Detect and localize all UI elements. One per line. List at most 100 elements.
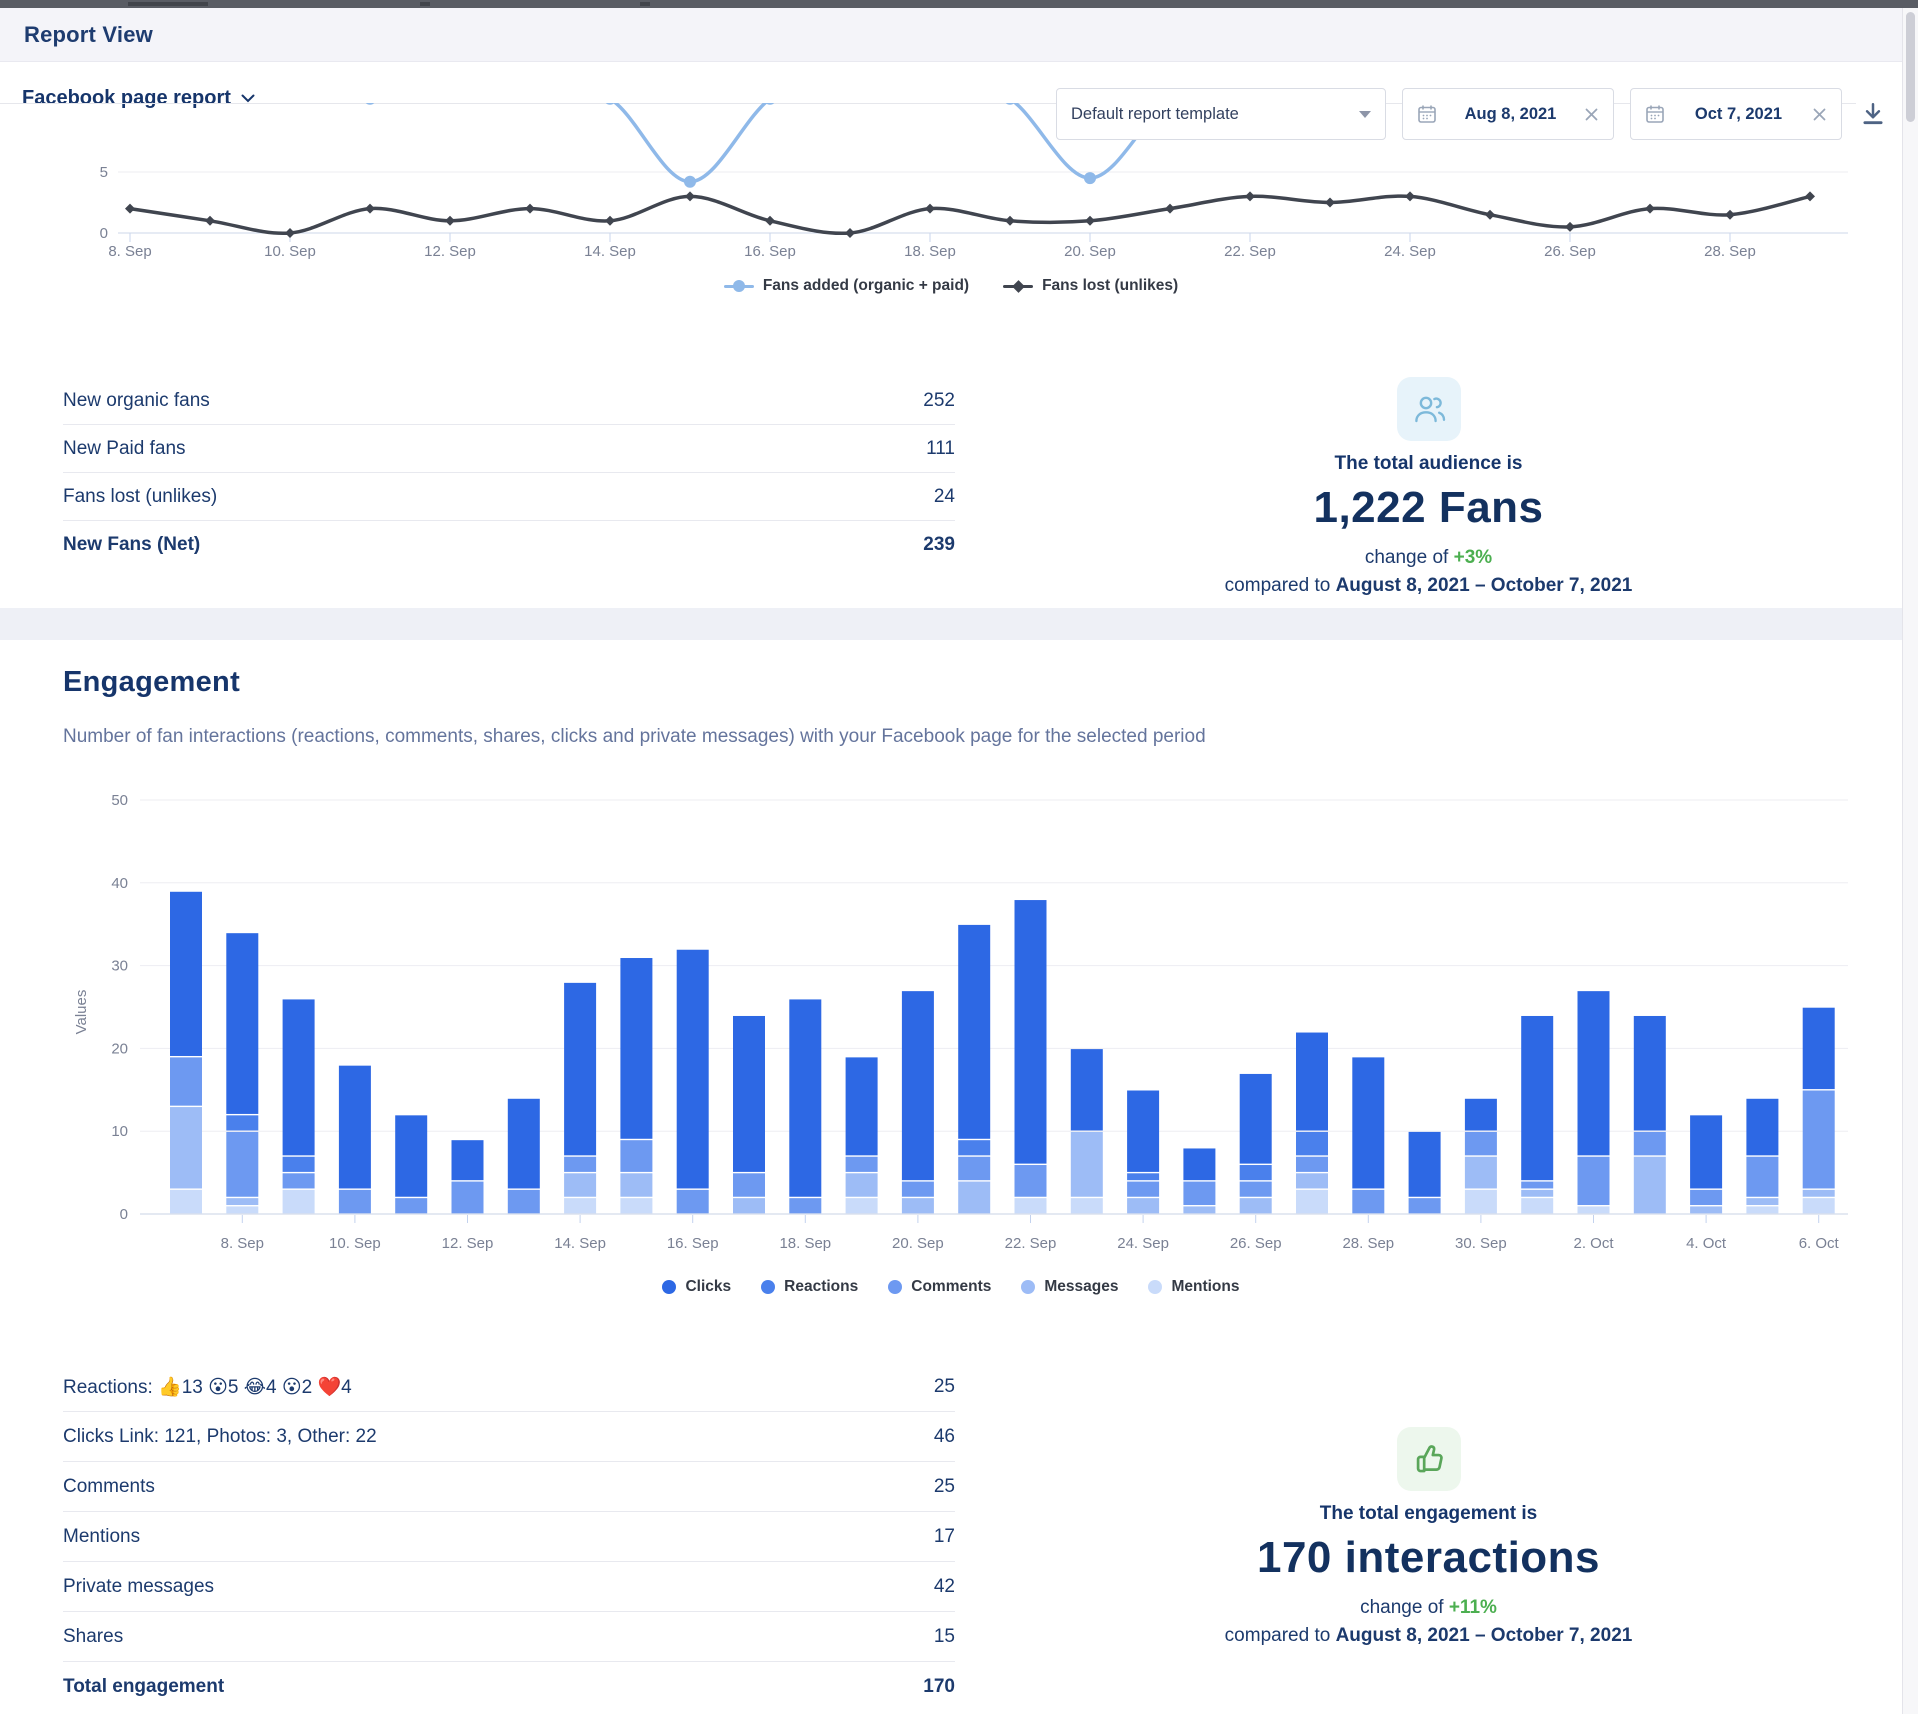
fans-card: Facebook page report Default report temp… bbox=[0, 62, 1902, 608]
clear-date-icon[interactable] bbox=[1584, 107, 1599, 122]
top-edge-artifact bbox=[640, 2, 650, 6]
fans-table: New organic fans 252 New Paid fans 111 Fan… bbox=[63, 377, 955, 597]
legend-messages[interactable]: Messages bbox=[1021, 1278, 1118, 1296]
fans-chart-legend: Fans added (organic + paid) Fans lost (u… bbox=[0, 277, 1902, 295]
page-scrollbar[interactable] bbox=[1902, 8, 1918, 1714]
browser-top-edge bbox=[0, 0, 1918, 8]
top-edge-artifact bbox=[128, 2, 208, 6]
svg-text:22. Sep: 22. Sep bbox=[1005, 1235, 1057, 1252]
compare-range: August 8, 2021 – October 7, 2021 bbox=[1336, 575, 1633, 596]
select-caret-icon bbox=[1359, 111, 1371, 118]
legend-fans-added[interactable]: Fans added (organic + paid) bbox=[724, 277, 969, 295]
svg-text:18. Sep: 18. Sep bbox=[904, 243, 956, 260]
table-row: Shares15 bbox=[63, 1612, 955, 1662]
row-label: Shares bbox=[63, 1626, 123, 1648]
row-label: New organic fans bbox=[63, 390, 210, 412]
legend-mentions[interactable]: Mentions bbox=[1148, 1278, 1239, 1296]
date-from-picker[interactable]: Aug 8, 2021 bbox=[1402, 88, 1614, 140]
row-label: Reactions: 👍13 😮5 😂4 😮2 ❤️4 bbox=[63, 1375, 352, 1399]
svg-text:18. Sep: 18. Sep bbox=[779, 1235, 831, 1252]
svg-text:22. Sep: 22. Sep bbox=[1224, 243, 1276, 260]
change-line: change of +3% bbox=[1365, 547, 1492, 569]
svg-text:0: 0 bbox=[100, 225, 108, 242]
row-label: Clicks Link: 121, Photos: 3, Other: 22 bbox=[63, 1426, 377, 1448]
engagement-table: Reactions: 👍13 😮5 😂4 😮2 ❤️425 Clicks Lin… bbox=[63, 1362, 955, 1712]
engagement-card: Engagement Number of fan interactions (r… bbox=[0, 640, 1902, 1714]
page-title: Report View bbox=[24, 22, 153, 48]
row-label: Comments bbox=[63, 1476, 155, 1498]
line-circle-marker-icon bbox=[724, 285, 754, 288]
compare-range: August 8, 2021 – October 7, 2021 bbox=[1336, 1625, 1633, 1646]
svg-text:4. Oct: 4. Oct bbox=[1686, 1235, 1727, 1252]
date-to-value: Oct 7, 2021 bbox=[1695, 105, 1782, 124]
legend-comments[interactable]: Comments bbox=[888, 1278, 991, 1296]
engagement-heading: Engagement bbox=[63, 666, 240, 699]
table-row: Comments 25 bbox=[63, 1462, 955, 1512]
summary-caption: The total audience is bbox=[1335, 453, 1523, 475]
row-value: 252 bbox=[923, 390, 955, 412]
svg-text:28. Sep: 28. Sep bbox=[1342, 1235, 1394, 1252]
change-line: change of +11% bbox=[1360, 1597, 1497, 1619]
svg-text:8. Sep: 8. Sep bbox=[221, 1235, 264, 1252]
date-to-picker[interactable]: Oct 7, 2021 bbox=[1630, 88, 1842, 140]
table-row: Private messages42 bbox=[63, 1562, 955, 1612]
svg-text:12. Sep: 12. Sep bbox=[442, 1235, 494, 1252]
svg-text:0: 0 bbox=[120, 1206, 128, 1223]
chevron-down-icon bbox=[241, 94, 255, 103]
row-value: 17 bbox=[934, 1526, 955, 1548]
audience-icon bbox=[1397, 377, 1461, 441]
row-label: Fans lost (unlikes) bbox=[63, 486, 217, 508]
template-select[interactable]: Default report template bbox=[1056, 88, 1386, 140]
svg-text:16. Sep: 16. Sep bbox=[667, 1235, 719, 1252]
row-label: New Fans (Net) bbox=[63, 534, 200, 556]
date-from-value: Aug 8, 2021 bbox=[1465, 105, 1557, 124]
thumbs-up-icon bbox=[1412, 1442, 1446, 1476]
svg-text:24. Sep: 24. Sep bbox=[1384, 243, 1436, 260]
row-value: 46 bbox=[934, 1426, 955, 1448]
clear-date-icon[interactable] bbox=[1812, 107, 1827, 122]
svg-text:8. Sep: 8. Sep bbox=[108, 243, 151, 260]
table-row: Fans lost (unlikes) 24 bbox=[63, 473, 955, 521]
svg-text:20: 20 bbox=[111, 1040, 128, 1057]
svg-text:2. Oct: 2. Oct bbox=[1573, 1235, 1614, 1252]
engagement-bar-chart: 01020304050Values8. Sep10. Sep12. Sep14.… bbox=[0, 790, 1902, 1270]
row-value: 239 bbox=[923, 534, 955, 556]
table-row-total: New Fans (Net) 239 bbox=[63, 521, 955, 569]
top-edge-artifact bbox=[420, 2, 430, 6]
svg-text:Values: Values bbox=[73, 990, 90, 1035]
engagement-chart-legend: Clicks Reactions Comments Messages Menti… bbox=[0, 1278, 1902, 1296]
engagement-description: Number of fan interactions (reactions, c… bbox=[63, 726, 1206, 748]
svg-text:14. Sep: 14. Sep bbox=[554, 1235, 606, 1252]
svg-text:50: 50 bbox=[111, 792, 128, 809]
table-row: Clicks Link: 121, Photos: 3, Other: 22 46 bbox=[63, 1412, 955, 1462]
row-label: New Paid fans bbox=[63, 438, 186, 460]
legend-reactions[interactable]: Reactions bbox=[761, 1278, 858, 1296]
legend-clicks[interactable]: Clicks bbox=[662, 1278, 731, 1296]
table-row-total: Total engagement170 bbox=[63, 1662, 955, 1712]
compare-line: compared to August 8, 2021 – October 7, … bbox=[1225, 575, 1633, 597]
svg-text:10. Sep: 10. Sep bbox=[329, 1235, 381, 1252]
series-dot-icon bbox=[662, 1280, 676, 1294]
svg-text:20. Sep: 20. Sep bbox=[892, 1235, 944, 1252]
people-icon bbox=[1411, 392, 1447, 426]
series-dot-icon bbox=[1148, 1280, 1162, 1294]
svg-text:28. Sep: 28. Sep bbox=[1704, 243, 1756, 260]
row-value: 24 bbox=[934, 486, 955, 508]
series-dot-icon bbox=[888, 1280, 902, 1294]
svg-text:10. Sep: 10. Sep bbox=[264, 243, 316, 260]
engagement-icon bbox=[1397, 1427, 1461, 1491]
svg-text:26. Sep: 26. Sep bbox=[1544, 243, 1596, 260]
table-row: Reactions: 👍13 😮5 😂4 😮2 ❤️425 bbox=[63, 1362, 955, 1412]
change-percent: +11% bbox=[1449, 1597, 1497, 1618]
legend-fans-lost[interactable]: Fans lost (unlikes) bbox=[1003, 277, 1178, 295]
compare-line: compared to August 8, 2021 – October 7, … bbox=[1225, 1625, 1633, 1647]
calendar-icon bbox=[1645, 104, 1665, 124]
row-value: 25 bbox=[934, 1476, 955, 1498]
svg-text:30. Sep: 30. Sep bbox=[1455, 1235, 1507, 1252]
total-engagement-value: 170 interactions bbox=[1257, 1533, 1600, 1583]
row-value: 111 bbox=[926, 438, 955, 460]
engagement-summary: The total engagement is 170 interactions… bbox=[955, 1362, 1902, 1712]
scrollbar-thumb[interactable] bbox=[1906, 12, 1915, 122]
download-report-button[interactable] bbox=[1858, 97, 1888, 131]
total-audience-value: 1,222 Fans bbox=[1313, 483, 1543, 533]
